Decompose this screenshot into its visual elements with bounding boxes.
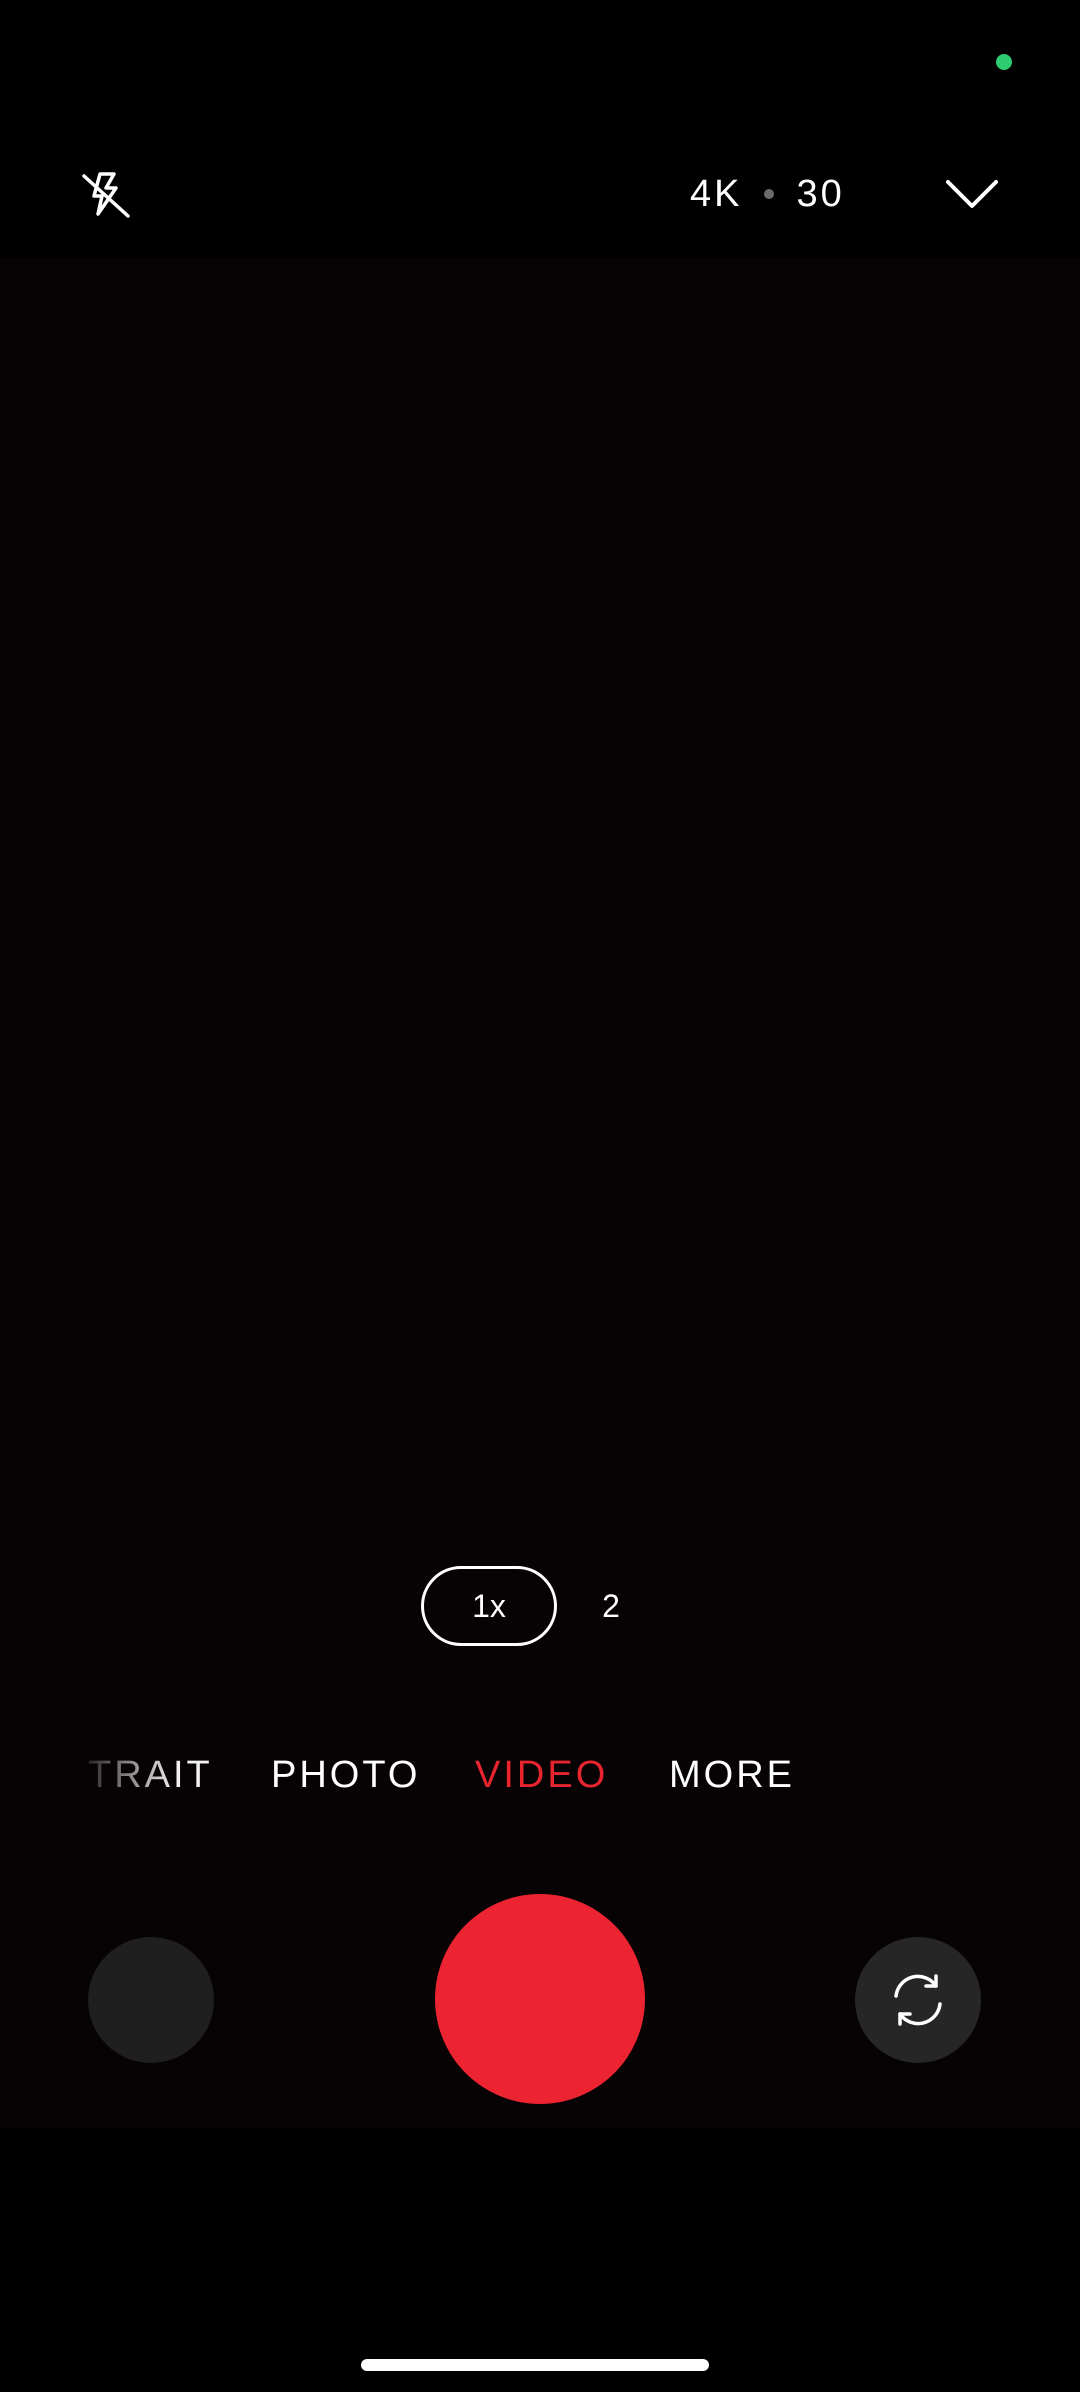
mode-photo[interactable]: PHOTO	[271, 1745, 420, 1805]
mode-portrait[interactable]: TRAIT	[88, 1745, 213, 1805]
zoom-2x-label: 2	[602, 1587, 620, 1624]
flash-off-icon	[82, 172, 130, 218]
more-settings-button[interactable]	[940, 162, 1004, 226]
home-indicator[interactable]	[361, 2359, 709, 2371]
video-quality-selector[interactable]: 4K 30	[690, 168, 845, 220]
gallery-thumbnail-button[interactable]	[88, 1937, 214, 2063]
top-bar	[0, 0, 1080, 258]
camera-viewfinder[interactable]	[0, 258, 1080, 2128]
mode-more[interactable]: MORE	[669, 1745, 795, 1805]
camera-mode-selector: TRAIT PHOTO VIDEO MORE	[0, 1745, 1080, 1805]
record-button[interactable]	[435, 1894, 645, 2104]
zoom-2x-button[interactable]: 2	[581, 1566, 641, 1646]
resolution-label: 4K	[690, 172, 743, 215]
switch-camera-icon	[894, 1974, 942, 2026]
zoom-1x-label: 1x	[472, 1587, 506, 1624]
privacy-indicator-dot	[996, 54, 1012, 70]
mode-video[interactable]: VIDEO	[475, 1745, 608, 1805]
separator-dot	[764, 189, 775, 199]
flash-toggle-button[interactable]	[70, 158, 142, 230]
fps-label: 30	[796, 172, 845, 215]
chevron-down-icon	[946, 180, 998, 208]
switch-camera-button[interactable]	[855, 1937, 981, 2063]
zoom-1x-button[interactable]: 1x	[421, 1566, 557, 1646]
